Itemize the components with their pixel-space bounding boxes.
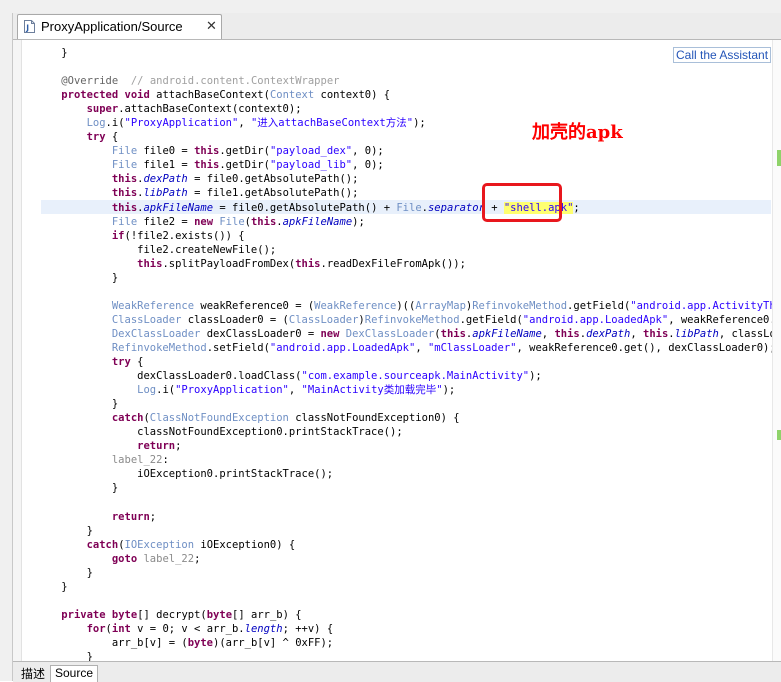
code-line: WeakReference weakReference0 = (WeakRefe… — [111, 299, 781, 312]
code-line: } — [36, 482, 119, 495]
code-line: } — [36, 524, 93, 537]
window-top-frame — [0, 0, 781, 14]
code-line: private byte[] decrypt(byte[] arr_b) { — [61, 608, 302, 621]
code-line: try { — [86, 131, 119, 144]
editor-tab-bar: J ProxyApplication/Source ✕ — [13, 13, 781, 40]
code-line: goto label_22; — [111, 552, 201, 565]
code-line: File file0 = this.getDir("payload_dex", … — [111, 145, 384, 158]
code-line: arr_b[v] = (byte)(arr_b[v] ^ 0xFF); — [36, 636, 334, 649]
code-line: classNotFoundException0.printStackTrace(… — [36, 426, 403, 439]
code-line: } — [36, 271, 119, 284]
code-line: dexClassLoader0.loadClass("com.example.s… — [36, 370, 542, 383]
overview-marker — [777, 150, 781, 166]
code-line: ​ — [36, 594, 781, 608]
left-ruler — [13, 40, 22, 661]
code-line: } — [36, 566, 93, 579]
code-line: Log.i("ProxyApplication", "MainActivity类… — [137, 384, 456, 397]
code-line: } — [36, 651, 93, 661]
code-line: iOException0.printStackTrace(); — [36, 468, 334, 481]
code-line: this.libPath = file1.getAbsolutePath(); — [111, 187, 359, 200]
bottom-tab-bar: 描述 Source — [13, 661, 781, 682]
overview-ruler[interactable] — [772, 40, 781, 661]
call-assistant-link[interactable]: Call the Assistant — [673, 47, 772, 63]
code-line: label_22: — [111, 454, 169, 467]
source-code: }​ @Override // android.content.ContextW… — [36, 46, 781, 661]
code-line: catch(IOException iOException0) { — [86, 538, 296, 551]
code-line: DexClassLoader dexClassLoader0 = new Dex… — [111, 327, 781, 340]
code-line: file2.createNewFile(); — [36, 243, 277, 256]
tab-proxyapplication-source[interactable]: J ProxyApplication/Source ✕ — [17, 14, 222, 39]
code-line: super.attachBaseContext(context0); — [86, 103, 302, 116]
tab-label: ProxyApplication/Source — [41, 19, 183, 34]
code-line: protected void attachBaseContext(Context… — [61, 89, 391, 102]
code-line: } — [36, 398, 119, 411]
code-line: } — [36, 580, 68, 593]
window-left-frame — [0, 13, 13, 681]
code-line: @Override // android.content.ContextWrap… — [61, 75, 340, 88]
code-line: this.apkFileName = file0.getAbsolutePath… — [111, 201, 580, 214]
code-line: File file2 = new File(this.apkFileName); — [111, 215, 365, 228]
code-line: ​ — [36, 60, 781, 74]
code-line: RefinvokeMethod.setField("android.app.Lo… — [111, 341, 776, 354]
code-line: ClassLoader classLoader0 = (ClassLoader)… — [111, 313, 781, 326]
code-line: } — [36, 47, 68, 59]
code-line: try { — [111, 356, 144, 369]
annotation-text: 加壳的apk — [532, 122, 623, 143]
code-line: if(!file2.exists()) { — [111, 229, 245, 242]
svg-text:J: J — [25, 24, 29, 33]
code-line: ​ — [36, 496, 781, 510]
code-line: for(int v = 0; v < arr_b.length; ++v) { — [86, 622, 334, 635]
tab-description[interactable]: 描述 — [17, 665, 49, 682]
code-line: catch(ClassNotFoundException classNotFou… — [111, 412, 460, 425]
code-line: return; — [111, 510, 157, 523]
code-line: this.dexPath = file0.getAbsolutePath(); — [111, 173, 359, 186]
code-line: return; — [137, 440, 182, 453]
code-line: File file1 = this.getDir("payload_lib", … — [111, 159, 384, 172]
java-file-icon: J — [24, 20, 35, 33]
highlight-box — [482, 183, 562, 222]
overview-marker — [777, 430, 781, 440]
close-icon[interactable]: ✕ — [206, 19, 217, 33]
code-line: this.splitPayloadFromDex(this.readDexFil… — [137, 257, 466, 270]
code-line: ​ — [36, 285, 781, 299]
code-editor[interactable]: }​ @Override // android.content.ContextW… — [13, 40, 781, 661]
tab-source[interactable]: Source — [50, 665, 99, 682]
code-line: Log.i("ProxyApplication", "进入attachBaseC… — [86, 117, 426, 130]
